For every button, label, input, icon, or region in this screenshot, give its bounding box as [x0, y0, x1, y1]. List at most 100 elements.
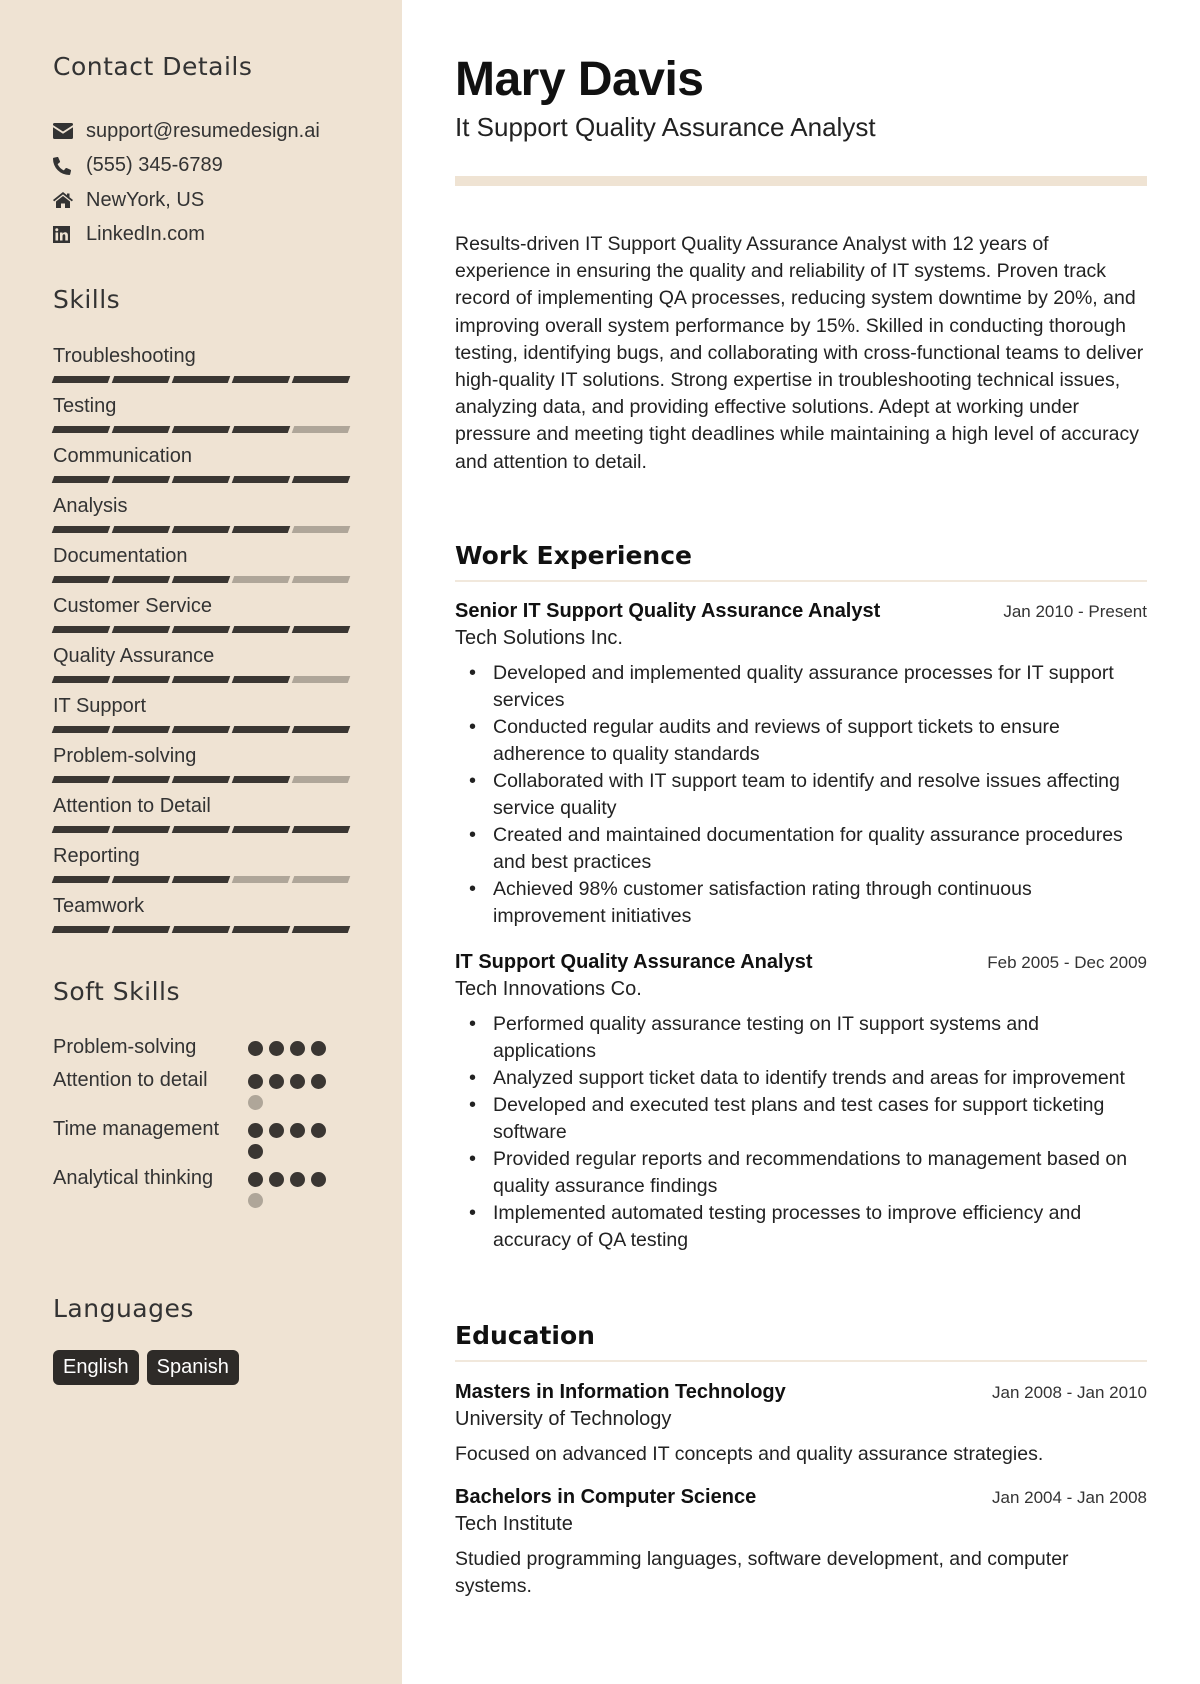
skill-level-bar — [51, 476, 351, 483]
envelope-icon — [53, 123, 86, 140]
job-bullet: Provided regular reports and recommendat… — [455, 1146, 1147, 1200]
skill-segment-filled — [231, 726, 291, 733]
school-name: Tech Institute — [455, 1513, 573, 1535]
skill-label: Documentation — [53, 545, 188, 567]
education-dates: Jan 2008 - Jan 2010 — [991, 1383, 1147, 1402]
skill-item: Problem-solving — [51, 744, 351, 794]
rating-dot-filled — [311, 1041, 326, 1056]
skill-segment-filled — [291, 626, 351, 633]
skill-item: Attention to Detail — [51, 794, 351, 844]
job-bullet: Created and maintained documentation for… — [455, 822, 1147, 876]
skill-label: Customer Service — [53, 595, 212, 617]
skill-segment-filled — [51, 926, 111, 933]
skill-segment-filled — [51, 876, 111, 883]
skill-item: Documentation — [51, 544, 351, 594]
skill-segment-filled — [171, 776, 231, 783]
languages-list: English Spanish — [53, 1350, 239, 1385]
skill-segment-filled — [51, 476, 111, 483]
job-bullet: Collaborated with IT support team to ide… — [455, 768, 1147, 822]
skill-item: Communication — [51, 444, 351, 494]
job-entry: Senior IT Support Quality Assurance Anal… — [455, 600, 1147, 930]
contact-location: NewYork, US — [53, 183, 320, 218]
skill-segment-filled — [111, 876, 171, 883]
job-entry: IT Support Quality Assurance Analyst Feb… — [455, 951, 1147, 1254]
skill-segment-filled — [231, 376, 291, 383]
contact-email[interactable]: support@resumedesign.ai — [53, 114, 320, 149]
contact-location-text: NewYork, US — [86, 188, 205, 211]
skill-item: Teamwork — [51, 894, 351, 944]
skill-item: Testing — [51, 394, 351, 444]
soft-skill-item: Time management — [53, 1116, 353, 1159]
skill-label: Problem-solving — [53, 745, 197, 767]
job-bullet: Conducted regular audits and reviews of … — [455, 714, 1147, 768]
job-title: Senior IT Support Quality Assurance Anal… — [455, 600, 881, 622]
skill-item: Reporting — [51, 844, 351, 894]
skill-segment-filled — [51, 526, 111, 533]
job-bullet: Analyzed support ticket data to identify… — [455, 1065, 1147, 1092]
rating-dot-filled — [269, 1074, 284, 1089]
job-bullet: Developed and executed test plans and te… — [455, 1092, 1147, 1146]
rating-dot-filled — [311, 1074, 326, 1089]
rating-dot-filled — [248, 1172, 263, 1187]
job-dates: Jan 2010 - Present — [1003, 602, 1147, 621]
skill-level-bar — [51, 426, 351, 433]
skill-level-bar — [51, 376, 351, 383]
languages-heading: Languages — [53, 1294, 194, 1323]
skill-level-bar — [51, 776, 351, 783]
skill-label: Testing — [53, 395, 117, 417]
soft-skill-rating — [248, 1034, 338, 1061]
skill-level-bar — [51, 826, 351, 833]
education-dates: Jan 2004 - Jan 2008 — [991, 1488, 1147, 1507]
soft-skill-label: Analytical thinking — [53, 1167, 214, 1189]
soft-skill-label: Problem-solving — [53, 1036, 197, 1058]
skill-segment-filled — [171, 876, 231, 883]
skill-segment-filled — [231, 926, 291, 933]
skill-segment-filled — [51, 776, 111, 783]
skill-segment-filled — [51, 376, 111, 383]
skill-segment-filled — [111, 576, 171, 583]
skill-segment-filled — [111, 926, 171, 933]
contact-linkedin-text: LinkedIn.com — [86, 223, 205, 246]
skill-segment-filled — [171, 476, 231, 483]
skill-segment-filled — [111, 826, 171, 833]
skill-segment-filled — [231, 426, 291, 433]
school-name: University of Technology — [455, 1408, 672, 1430]
contact-phone[interactable]: (555) 345-6789 — [53, 149, 320, 184]
soft-skill-item: Attention to detail — [53, 1067, 353, 1110]
skill-segment-filled — [171, 926, 231, 933]
skill-item: Customer Service — [51, 594, 351, 644]
skill-segment-filled — [171, 676, 231, 683]
job-bullet: Performed quality assurance testing on I… — [455, 1011, 1147, 1065]
job-company: Tech Innovations Co. — [455, 978, 642, 1000]
skill-segment-filled — [111, 526, 171, 533]
soft-skill-item: Problem-solving — [53, 1034, 353, 1061]
skill-segment-empty — [291, 526, 351, 533]
skill-level-bar — [51, 676, 351, 683]
education-heading: Education — [455, 1321, 1147, 1362]
contact-email-text: support@resumedesign.ai — [86, 119, 320, 142]
contact-linkedin[interactable]: LinkedIn.com — [53, 218, 320, 253]
skill-segment-filled — [171, 626, 231, 633]
job-company: Tech Solutions Inc. — [455, 627, 623, 649]
skill-segment-filled — [51, 676, 111, 683]
skill-segment-filled — [51, 826, 111, 833]
summary-text: Results-driven IT Support Quality Assura… — [455, 233, 1144, 473]
skill-segment-filled — [51, 426, 111, 433]
job-bullet: Achieved 98% customer satisfaction ratin… — [455, 876, 1147, 930]
skill-segment-filled — [111, 426, 171, 433]
skill-label: Analysis — [53, 495, 128, 517]
skill-segment-filled — [171, 526, 231, 533]
skill-segment-empty — [291, 776, 351, 783]
soft-skill-rating — [248, 1116, 338, 1159]
rating-dot-filled — [290, 1123, 305, 1138]
education-description: Focused on advanced IT concepts and qual… — [455, 1443, 1044, 1465]
skill-segment-filled — [231, 476, 291, 483]
education-entry: Masters in Information Technology Jan 20… — [455, 1381, 1147, 1468]
job-bullet: Implemented automated testing processes … — [455, 1200, 1147, 1254]
skill-segment-filled — [111, 476, 171, 483]
job-title: IT Support Quality Assurance Analyst — [455, 951, 813, 973]
skill-item: Quality Assurance — [51, 644, 351, 694]
skill-item: Troubleshooting — [51, 344, 351, 394]
skill-segment-empty — [231, 876, 291, 883]
skill-segment-filled — [51, 726, 111, 733]
